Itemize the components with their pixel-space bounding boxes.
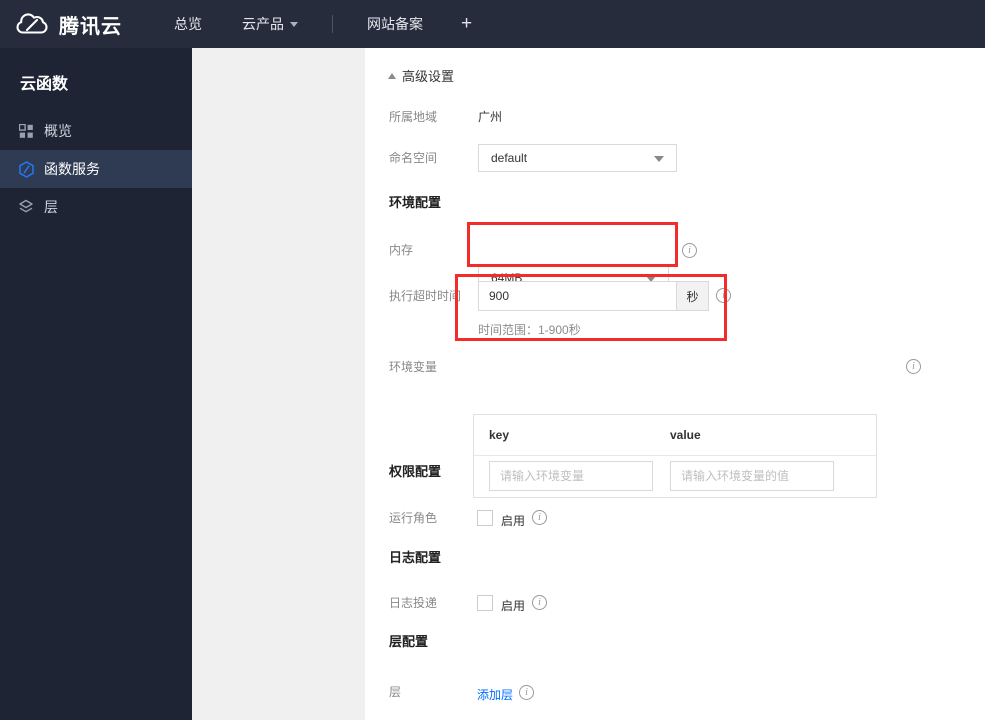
brand[interactable]: 腾讯云 [16, 10, 122, 39]
memory-label: 内存 [389, 243, 414, 257]
sidebar-title: 云函数 [20, 76, 69, 93]
top-navbar: 腾讯云 总览 云产品 网站备案 + [0, 0, 985, 48]
brand-name: 腾讯云 [59, 15, 122, 38]
env-vars-table: key value [473, 414, 877, 498]
section-env-config: 环境配置 [389, 195, 442, 210]
nav-item-icp-filing[interactable]: 网站备案 [367, 14, 423, 34]
env-var-key-input[interactable] [489, 461, 653, 491]
log-delivery-info-icon[interactable]: i [532, 595, 547, 610]
env-vars-info-icon[interactable]: i [906, 359, 921, 374]
run-role-checkbox[interactable] [477, 510, 493, 526]
sidebar-item-overview[interactable]: 概览 [0, 112, 192, 150]
section-permission-config: 权限配置 [389, 464, 442, 479]
sidebar: 云函数 概览 函数服务 层 [0, 48, 192, 720]
section-log-config: 日志配置 [389, 550, 442, 565]
sidebar-item-function-service[interactable]: 函数服务 [0, 150, 192, 188]
nav-item-cloud-products-label: 云产品 [242, 16, 284, 32]
namespace-select[interactable]: default [478, 144, 677, 172]
nav-item-cloud-products[interactable]: 云产品 [242, 14, 298, 34]
tencent-cloud-console: 腾讯云 总览 云产品 网站备案 + 云函数 概览 函数服务 层 高级设置 所属地… [0, 0, 985, 720]
layer-label: 层 [389, 685, 402, 699]
sidebar-item-label: 层 [44, 199, 58, 215]
run-role-info-icon[interactable]: i [532, 510, 547, 525]
timeout-info-icon[interactable]: i [716, 288, 731, 303]
memory-info-icon[interactable]: i [682, 243, 697, 258]
timeout-input[interactable] [478, 281, 677, 311]
env-vars-label: 环境变量 [389, 360, 438, 374]
region-label: 所属地域 [389, 110, 438, 124]
nav-divider [332, 15, 333, 33]
log-delivery-label: 日志投递 [389, 596, 438, 610]
add-layer-link[interactable]: 添加层 [477, 686, 513, 703]
primary-nav: 总览 云产品 网站备案 + [154, 13, 472, 35]
scf-hexagon-icon [17, 160, 35, 178]
table-header-divider [474, 455, 876, 456]
chevron-down-icon [654, 156, 664, 162]
section-layer-config: 层配置 [389, 634, 429, 649]
region-value: 广州 [478, 110, 503, 124]
namespace-selected-value: default [491, 151, 528, 165]
grid-icon [17, 122, 35, 140]
sidebar-item-layers[interactable]: 层 [0, 188, 192, 226]
timeout-label: 执行超时时间 [389, 289, 462, 303]
run-role-label: 运行角色 [389, 511, 438, 525]
chevron-down-icon [290, 21, 298, 27]
advanced-settings-toggle[interactable]: 高级设置 [388, 66, 454, 85]
timeout-range-hint: 时间范围：1-900秒 [478, 323, 581, 337]
timeout-input-group: 秒 [478, 281, 709, 311]
add-tab-button[interactable]: + [461, 13, 472, 35]
advanced-settings-label: 高级设置 [402, 69, 455, 84]
env-var-value-input[interactable] [670, 461, 834, 491]
nav-item-overview[interactable]: 总览 [174, 14, 202, 34]
sidebar-item-label: 函数服务 [44, 161, 100, 177]
collapse-triangle-icon [388, 72, 396, 79]
timeout-unit-suffix: 秒 [677, 281, 709, 311]
env-vars-value-header: value [670, 428, 701, 442]
sidebar-item-label: 概览 [44, 123, 72, 139]
secondary-panel [192, 48, 365, 720]
env-vars-key-header: key [489, 428, 510, 442]
run-role-enable-label: 启用 [501, 514, 526, 528]
log-delivery-enable-label: 启用 [501, 599, 526, 613]
namespace-label: 命名空间 [389, 151, 438, 165]
layers-icon [17, 198, 35, 216]
log-delivery-checkbox[interactable] [477, 595, 493, 611]
add-layer-info-icon[interactable]: i [519, 685, 534, 700]
tencent-cloud-logo-icon [16, 12, 50, 36]
